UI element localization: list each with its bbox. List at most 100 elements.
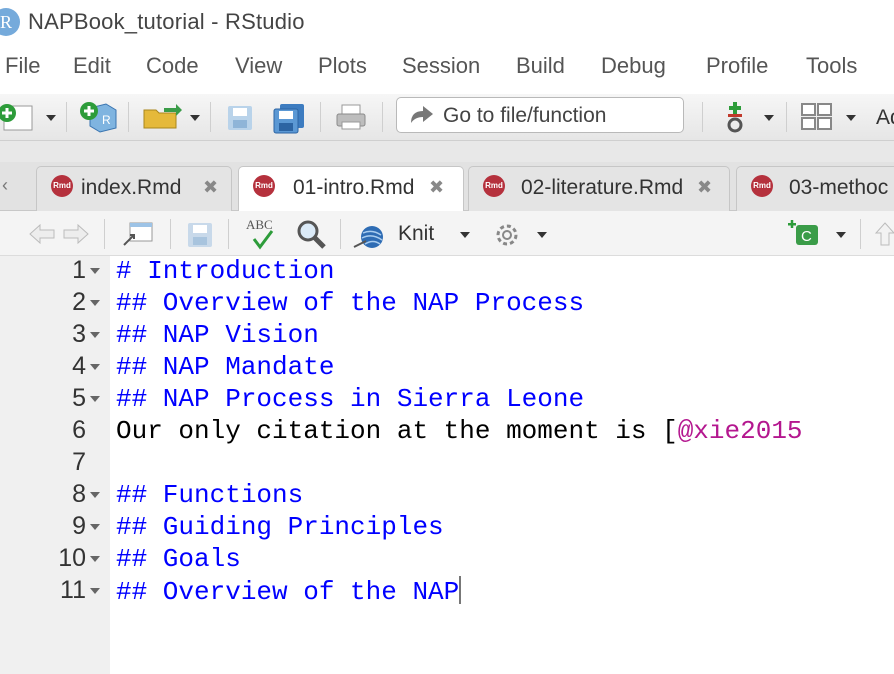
line-number: 9 [72,512,86,540]
tab-03-methods-rmd[interactable]: Rmd 03-methoc [736,166,894,211]
menu-view[interactable]: View [235,53,282,79]
code-line: 4 ## NAP Mandate [0,352,894,384]
code-line: 11 ## Overview of the NAP [0,576,894,608]
insert-chunk-button[interactable]: C [786,219,826,249]
menu-plots[interactable]: Plots [318,53,367,79]
settings-caret-icon[interactable] [537,232,547,238]
menu-session[interactable]: Session [402,53,480,79]
folder-open-icon [143,104,182,129]
new-project-button[interactable]: R [78,100,120,134]
line-number: 7 [72,448,86,476]
line-number: 10 [58,544,86,572]
insert-chunk-caret-icon[interactable] [836,232,846,238]
open-file-button[interactable] [142,102,182,132]
fold-arrow-icon[interactable] [90,492,100,498]
insert-code-chunk-icon: C [788,220,818,245]
open-recent-caret-icon[interactable] [190,115,200,121]
spell-check-button[interactable]: ABC [244,217,284,251]
addins-menu[interactable]: Ad [876,106,894,130]
close-tab-icon[interactable]: ✖ [697,177,712,198]
go-up-button[interactable] [874,221,894,247]
tab-label: index.Rmd [81,176,182,199]
editor-save-button[interactable] [186,221,214,249]
code-text: ## Overview of the NAP [116,576,462,607]
fold-arrow-icon[interactable] [90,588,100,594]
tab-01-intro-rmd[interactable]: Rmd 01-intro.Rmd ✖ [238,166,464,212]
editor-toolbar: ABC Knit C [0,211,894,256]
tab-02-literature-rmd[interactable]: Rmd 02-literature.Rmd ✖ [468,166,730,211]
code-line: 1 # Introduction [0,256,894,288]
svg-text:R: R [102,113,111,127]
code-line: 6 Our only citation at the moment is [@x… [0,416,894,448]
plain-text: Our only citation at the moment is [ [116,416,678,446]
rstudio-logo-icon: R [0,8,20,36]
go-to-file-input[interactable]: Go to file/function [396,97,684,133]
scroll-tabs-left-icon[interactable]: ‹ [2,175,8,196]
tab-label: 02-literature.Rmd [521,176,684,199]
code-text: Our only citation at the moment is [@xie… [116,416,803,446]
up-arrow-icon [874,222,894,246]
line-number: 1 [72,256,86,284]
menu-profile[interactable]: Profile [706,53,768,79]
new-file-button[interactable] [0,102,36,132]
citation-key: @xie2015 [677,416,803,446]
save-icon [228,106,252,130]
save-all-button[interactable] [272,102,306,134]
pane-layout-button[interactable] [800,102,834,132]
settings-button[interactable] [492,220,522,250]
new-file-icon [0,104,33,131]
rmd-file-icon: Rmd [483,175,505,197]
menu-tools[interactable]: Tools [806,53,857,79]
source-editor[interactable]: 1 # Introduction 2 ## Overview of the NA… [0,256,894,674]
magnifier-icon [297,220,326,249]
print-icon [336,104,366,130]
arrow-right-icon [411,106,433,123]
code-line: 7 [0,448,894,480]
menu-file[interactable]: File [5,53,40,79]
text-cursor [459,576,462,604]
code-text: ## Overview of the NAP Process [116,288,585,318]
fold-arrow-icon[interactable] [90,396,100,402]
fold-arrow-icon[interactable] [90,364,100,370]
code-line: 5 ## NAP Process in Sierra Leone [0,384,894,416]
code-line: 3 ## NAP Vision [0,320,894,352]
back-forward-buttons[interactable] [28,223,90,245]
editor-tab-bar: ‹ Rmd index.Rmd ✖ Rmd 01-intro.Rmd ✖ Rmd… [0,162,894,212]
knit-label: Knit [398,222,435,245]
gear-icon [496,224,518,246]
fold-arrow-icon[interactable] [90,524,100,530]
vcs-caret-icon[interactable] [764,115,774,121]
print-button[interactable] [334,102,368,132]
new-project-icon: R [80,102,117,133]
menu-code[interactable]: Code [146,53,199,79]
menu-build[interactable]: Build [516,53,565,79]
new-file-caret-icon[interactable] [46,115,56,121]
code-line: 8 ## Functions [0,480,894,512]
code-text: ## NAP Vision [116,320,319,350]
fold-arrow-icon[interactable] [90,556,100,562]
git-commit-icon [727,102,743,133]
grid-layout-icon [801,103,832,130]
code-text: ## Functions [116,480,304,510]
tab-label: 01-intro.Rmd [293,176,415,199]
popout-window-icon [123,222,153,246]
find-replace-button[interactable] [296,219,328,251]
fold-arrow-icon[interactable] [90,332,100,338]
version-control-button[interactable] [722,100,750,134]
menu-debug[interactable]: Debug [601,53,666,79]
close-tab-icon[interactable]: ✖ [203,177,218,198]
fold-arrow-icon[interactable] [90,268,100,274]
show-in-window-button[interactable] [122,221,154,247]
layout-caret-icon[interactable] [846,115,856,121]
menu-edit[interactable]: Edit [73,53,111,79]
fold-arrow-icon[interactable] [90,300,100,306]
save-button[interactable] [226,104,254,132]
code-text: # Introduction [116,256,335,286]
knit-caret-icon[interactable] [460,232,470,238]
title-bar: R NAPBook_tutorial - RStudio [0,0,894,46]
tab-index-rmd[interactable]: Rmd index.Rmd ✖ [36,166,232,211]
line-number: 8 [72,480,86,508]
close-tab-icon[interactable]: ✖ [429,177,444,198]
tab-label: 03-methoc [789,176,889,199]
knit-button[interactable]: Knit [352,217,472,251]
